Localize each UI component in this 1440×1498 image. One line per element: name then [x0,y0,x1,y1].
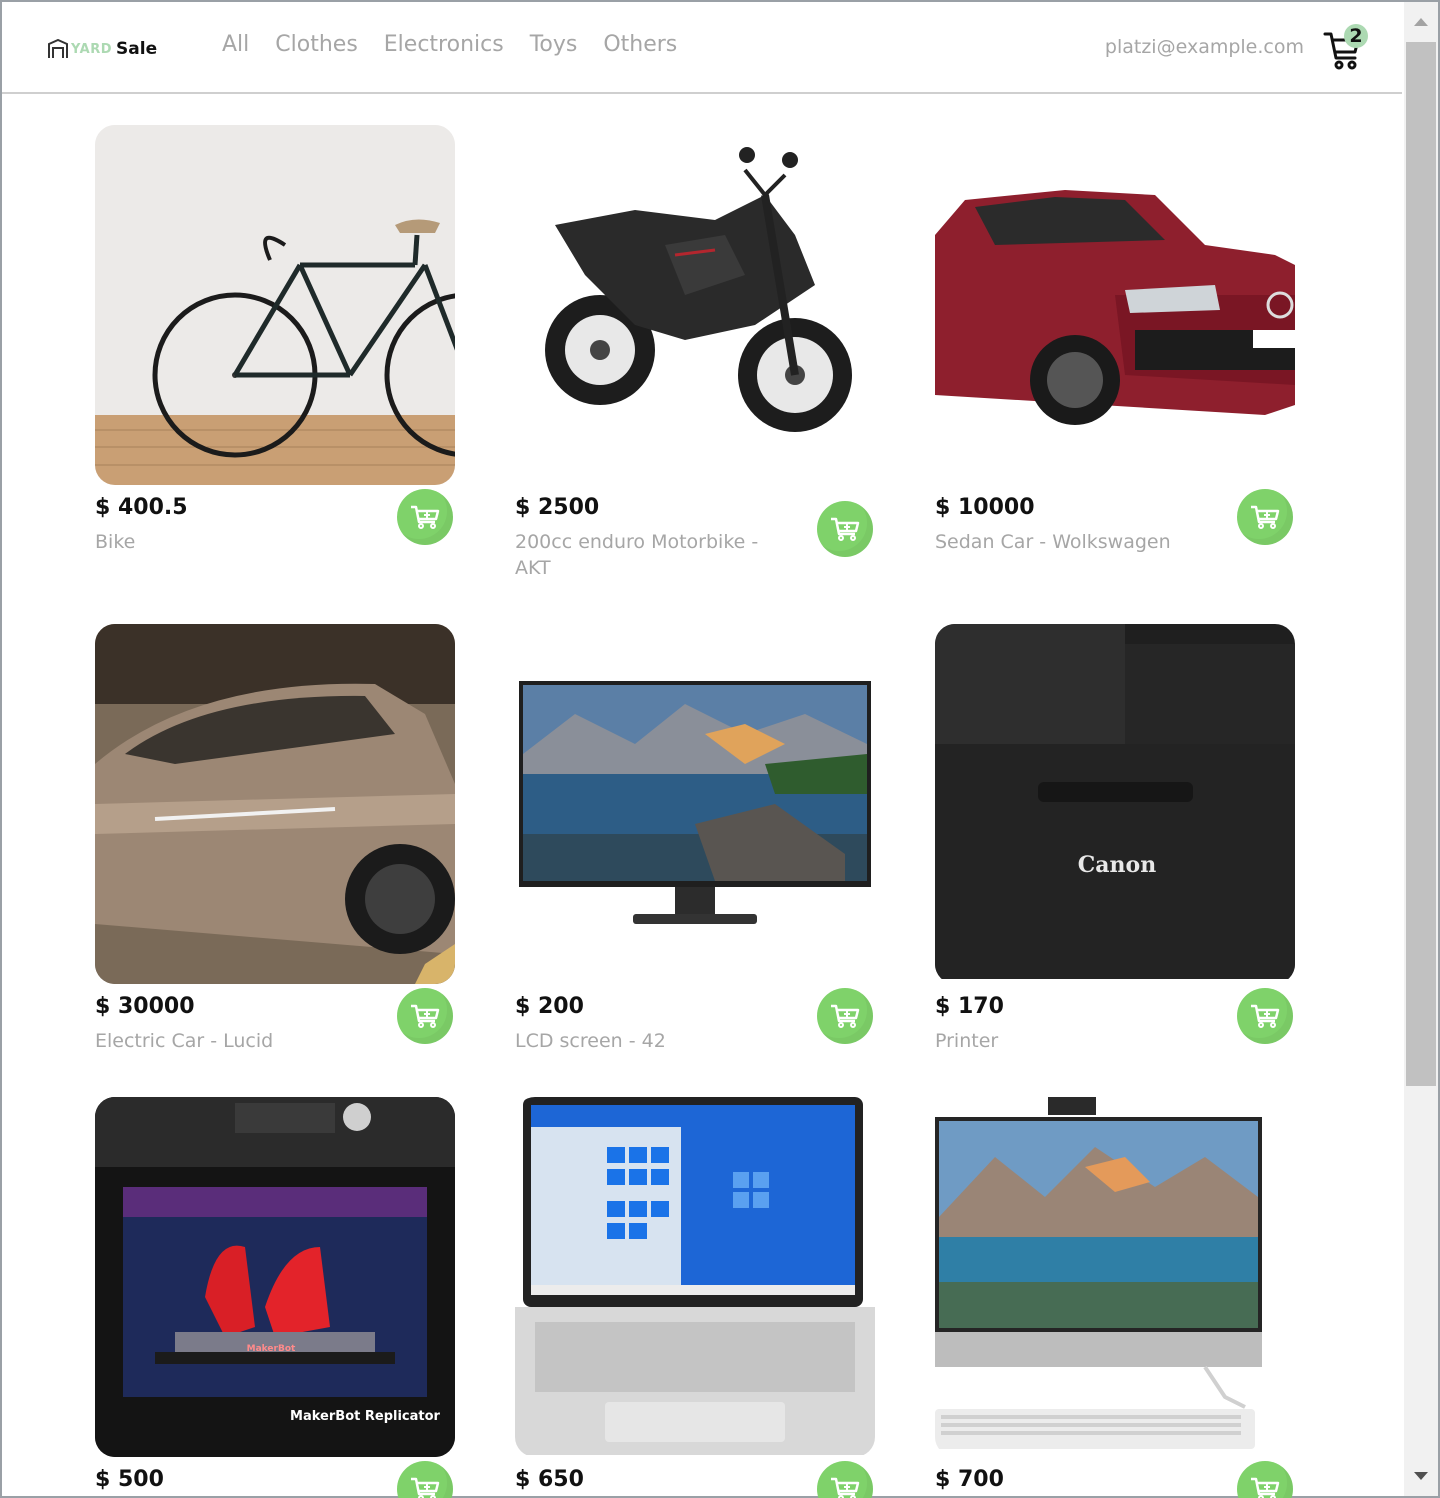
printer-image: Canon [935,624,1295,979]
user-email[interactable]: platzi@example.com [1105,36,1304,58]
scrollbar-thumb[interactable] [1406,42,1436,1086]
plate-brand-label: MakerBot [247,1344,296,1354]
add-to-cart-icon [831,1004,860,1028]
motorbike-image [545,147,852,432]
arrow-up-icon [1414,18,1428,26]
add-to-cart-button[interactable] [397,988,453,1044]
nav-category-electronics[interactable]: Electronics [384,32,504,57]
product-image[interactable]: MakerBot MakerBot Replicator [95,1097,455,1457]
electric-car-image [95,624,455,984]
add-to-cart-button[interactable] [1237,988,1293,1044]
printer-brand-label: Canon [1078,852,1156,878]
logo-yard-text: YARD [71,41,113,57]
product-card: $ 200 LCD screen - 42 [515,624,875,1097]
nav-category-clothes[interactable]: Clothes [275,32,358,57]
nav-category-toys[interactable]: Toys [530,32,578,57]
product-name: Sedan Car - Wolkswagen [935,531,1171,553]
nav-category-all[interactable]: All [222,32,249,57]
add-to-cart-button[interactable] [817,988,873,1044]
add-to-cart-icon [1251,505,1280,529]
all-in-one-pc-image [935,1097,1262,1449]
add-to-cart-icon [831,1477,860,1498]
cart-count-badge: 2 [1344,24,1368,48]
3d-printer-brand-label: MakerBot Replicator [290,1409,440,1424]
product-image[interactable] [515,125,875,485]
product-name: Electric Car - Lucid [95,1030,274,1052]
product-card: $ 30000 Electric Car - Lucid [95,624,455,1097]
product-card: $ 650 [515,1097,875,1498]
product-card: $ 10000 Sedan Car - Wolkswagen [935,125,1295,624]
product-name: LCD screen - 42 [515,1030,666,1052]
product-card: MakerBot MakerBot Replicator $ 500 [95,1097,455,1498]
bicycle-image [95,125,455,485]
storefront-icon [48,39,68,58]
product-grid: $ 400.5 Bike $ 2500 200cc enduro Motorbi… [95,125,1295,1498]
product-info: $ 2500 200cc enduro Motorbike - AKT [515,493,875,581]
monitor-image [519,681,871,924]
add-to-cart-icon [1251,1004,1280,1028]
product-info: $ 700 [935,1461,1295,1498]
add-to-cart-icon [1251,1477,1280,1498]
scroll-down-button[interactable] [1404,1456,1438,1496]
product-info: $ 10000 Sedan Car - Wolkswagen [935,489,1295,555]
add-to-cart-button[interactable] [817,501,873,557]
add-to-cart-icon [831,517,860,541]
product-name: 200cc enduro Motorbike - AKT [515,531,759,579]
product-image[interactable] [935,1097,1295,1457]
navbar: YARD Sale All Clothes Electronics Toys O… [2,2,1402,94]
product-info: $ 170 Printer [935,988,1295,1054]
product-card: $ 400.5 Bike [95,125,455,624]
product-image[interactable] [935,125,1295,485]
product-info: $ 30000 Electric Car - Lucid [95,988,455,1054]
product-info: $ 500 [95,1461,455,1498]
product-image[interactable] [515,624,875,984]
product-name: Bike [95,531,136,553]
logo-sale-text: Sale [116,39,158,59]
product-image[interactable] [95,125,455,485]
add-to-cart-icon [411,1004,440,1028]
product-info: $ 200 LCD screen - 42 [515,988,875,1054]
add-to-cart-button[interactable] [397,489,453,545]
cart-button[interactable]: 2 [1322,24,1370,70]
laptop-image [515,1097,875,1455]
product-card: Canon $ 170 Printer [935,624,1295,1097]
logo[interactable]: YARD Sale [47,37,157,61]
add-to-cart-icon [411,1477,440,1498]
3d-printer-image: MakerBot MakerBot Replicator [95,1097,455,1457]
vertical-scrollbar[interactable] [1404,2,1438,1496]
product-info: $ 400.5 Bike [95,489,455,555]
product-name: Printer [935,1030,999,1052]
category-nav: All Clothes Electronics Toys Others [222,32,677,57]
red-sedan-image [935,190,1295,425]
arrow-down-icon [1414,1472,1428,1480]
product-image[interactable] [95,624,455,984]
nav-category-others[interactable]: Others [603,32,677,57]
add-to-cart-icon [411,505,440,529]
scroll-up-button[interactable] [1404,2,1438,42]
product-image[interactable]: Canon [935,624,1295,984]
product-image[interactable] [515,1097,875,1457]
product-card: $ 700 [935,1097,1295,1498]
product-info: $ 650 [515,1461,875,1498]
add-to-cart-button[interactable] [1237,489,1293,545]
product-card: $ 2500 200cc enduro Motorbike - AKT [515,125,875,624]
